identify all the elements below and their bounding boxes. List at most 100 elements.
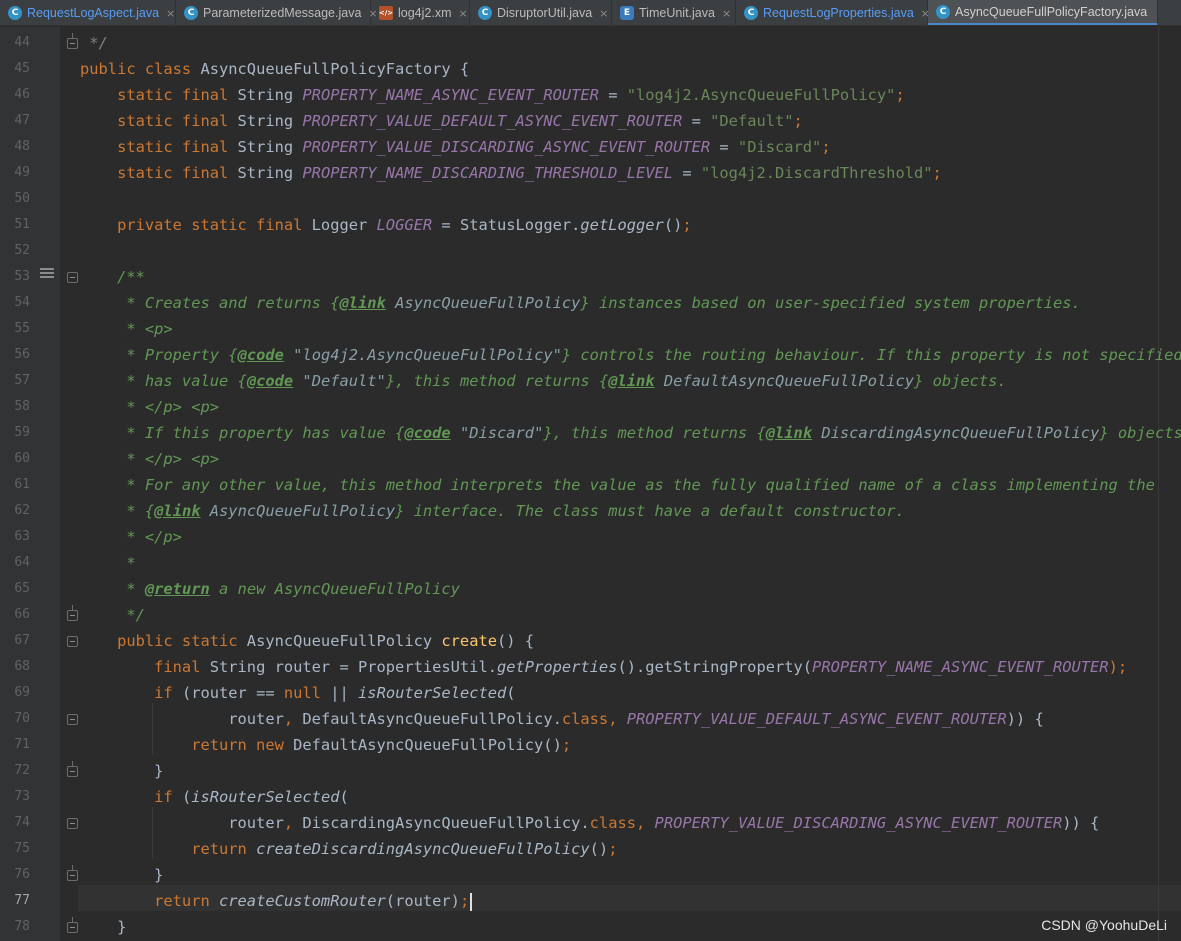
code-line[interactable]: * </p> <p> (80, 394, 219, 420)
code-token: , (283, 710, 303, 728)
code-token: } (80, 918, 127, 936)
code-line[interactable]: * Property {@code "log4j2.AsyncQueueFull… (80, 342, 1181, 368)
code-line[interactable]: private static final Logger LOGGER = Sta… (80, 212, 692, 238)
code-token: String router = PropertiesUtil. (209, 658, 497, 676)
fold-icon[interactable] (67, 636, 78, 647)
code-line[interactable]: * If this property has value {@code "Dis… (80, 420, 1181, 446)
code-token: } controls the routing behaviour. If thi… (561, 346, 1181, 364)
code-line[interactable]: * has value {@code "Default"}, this meth… (80, 368, 1006, 394)
code-token: @link (339, 294, 386, 312)
fold-icon[interactable] (67, 818, 78, 829)
line-number: 57 (14, 373, 30, 388)
code-line[interactable]: static final String PROPERTY_VALUE_DEFAU… (80, 108, 803, 134)
code-line[interactable]: } (80, 758, 163, 784)
tab-label: log4j2.xm (398, 6, 452, 20)
fold-icon[interactable] (67, 714, 78, 725)
tab-requestlogproperties[interactable]: C RequestLogProperties.java × (736, 0, 930, 25)
code-token: ( (339, 788, 349, 806)
fold-end-icon[interactable] (67, 33, 78, 49)
code-line[interactable]: return new DefaultAsyncQueueFullPolicy()… (80, 732, 571, 758)
code-line[interactable]: * For any other value, this method inter… (80, 472, 1155, 498)
code-token: { (237, 372, 247, 390)
line-number: 46 (14, 87, 30, 102)
tab-parameterizedmessage[interactable]: C ParameterizedMessage.java × (176, 0, 378, 25)
fold-end-icon[interactable] (67, 917, 78, 933)
code-line[interactable]: return createCustomRouter(router); (80, 888, 473, 914)
code-token: "Default" (710, 112, 794, 130)
code-line[interactable]: if (router == null || isRouterSelected( (80, 680, 515, 706)
code-line[interactable]: * {@link AsyncQueueFullPolicy} interface… (80, 498, 904, 524)
class-icon: C (184, 6, 198, 20)
tab-requestlogaspect[interactable]: C RequestLogAspect.java × (0, 0, 176, 25)
code-line[interactable]: */ (80, 30, 108, 56)
close-tab-icon[interactable]: × (599, 7, 608, 20)
code-token: String (237, 164, 303, 182)
code-token: private static final (80, 216, 312, 234)
code-token: if (80, 788, 182, 806)
code-line[interactable]: * </p> (80, 524, 182, 550)
code-line[interactable]: public class AsyncQueueFullPolicyFactory… (80, 56, 469, 82)
code-line[interactable]: static final String PROPERTY_NAME_DISCAR… (80, 160, 942, 186)
fold-end-icon[interactable] (67, 865, 78, 881)
code-line[interactable]: */ (80, 602, 145, 628)
code-line[interactable]: static final String PROPERTY_VALUE_DISCA… (80, 134, 831, 160)
code-token: @code (404, 424, 451, 442)
code-token: final (80, 658, 210, 676)
code-line[interactable]: router, DiscardingAsyncQueueFullPolicy.c… (80, 810, 1099, 836)
code-token: if (80, 684, 182, 702)
fold-end-icon[interactable] (67, 761, 78, 777)
code-line[interactable]: * <p> (80, 316, 172, 342)
tab-disruptorutil[interactable]: C DisruptorUtil.java × (470, 0, 612, 25)
code-token: ; (932, 164, 942, 182)
enum-icon: E (620, 6, 634, 20)
line-number: 75 (14, 841, 30, 856)
code-line[interactable]: } (80, 914, 126, 940)
tab-asyncqueuefullpolicyfactory[interactable]: C AsyncQueueFullPolicyFactory.java (928, 0, 1158, 25)
line-number: 60 (14, 451, 30, 466)
close-tab-icon[interactable]: × (166, 7, 175, 20)
fold-icon[interactable] (67, 272, 78, 283)
code-token: isRouterSelected (191, 788, 340, 806)
code-line[interactable]: router, DefaultAsyncQueueFullPolicy.clas… (80, 706, 1043, 732)
code-token: String (237, 112, 303, 130)
code-line[interactable]: * </p> <p> (80, 446, 219, 472)
close-tab-icon[interactable]: × (722, 7, 731, 20)
code-token: PROPERTY_NAME_DISCARDING_THRESHOLD_LEVEL (302, 164, 674, 182)
code-line[interactable]: * (80, 550, 135, 576)
code-line[interactable]: final String router = PropertiesUtil.get… (80, 654, 1127, 680)
code-token: getProperties (496, 658, 618, 676)
line-number: 49 (14, 165, 30, 180)
code-line[interactable]: static final String PROPERTY_NAME_ASYNC_… (80, 82, 905, 108)
render-doc-icon[interactable] (40, 268, 54, 280)
tab-log4j2[interactable]: </> log4j2.xm × (371, 0, 470, 25)
line-number: 65 (14, 581, 30, 596)
line-number: 62 (14, 503, 30, 518)
fold-end-icon[interactable] (67, 605, 78, 621)
class-icon: C (478, 6, 492, 20)
close-tab-icon[interactable]: × (459, 7, 468, 20)
code-line[interactable]: } (80, 862, 163, 888)
tab-timeunit[interactable]: E TimeUnit.java × (612, 0, 736, 25)
code-line[interactable]: return createDiscardingAsyncQueueFullPol… (80, 836, 617, 862)
code-line[interactable]: public static AsyncQueueFullPolicy creat… (80, 628, 534, 654)
line-number: 52 (14, 243, 30, 258)
code-token: { (756, 424, 766, 442)
code-token: , (636, 814, 655, 832)
code-token: () (589, 840, 609, 858)
code-token: */ (80, 34, 108, 52)
tab-label: AsyncQueueFullPolicyFactory.java (955, 4, 1148, 19)
line-number: 63 (14, 529, 30, 544)
line-number: 77 (14, 893, 30, 908)
code-editor[interactable]: 44 45 46 47 48 49 50 51 52 53 54 55 56 57 58 59 60 61 62 63… (0, 27, 1181, 941)
code-token: ; (608, 840, 618, 858)
code-line[interactable]: * Creates and returns {@link AsyncQueueF… (80, 290, 1080, 316)
code-token: static final (80, 164, 238, 182)
code-token: } (80, 762, 164, 780)
line-number: 73 (14, 789, 30, 804)
code-token: ; (561, 736, 572, 754)
class-icon: C (936, 4, 950, 19)
code-line[interactable]: /** (80, 264, 145, 290)
tab-label: DisruptorUtil.java (497, 6, 593, 20)
code-line[interactable]: * @return a new AsyncQueueFullPolicy (80, 576, 460, 602)
code-line[interactable]: if (isRouterSelected( (80, 784, 349, 810)
